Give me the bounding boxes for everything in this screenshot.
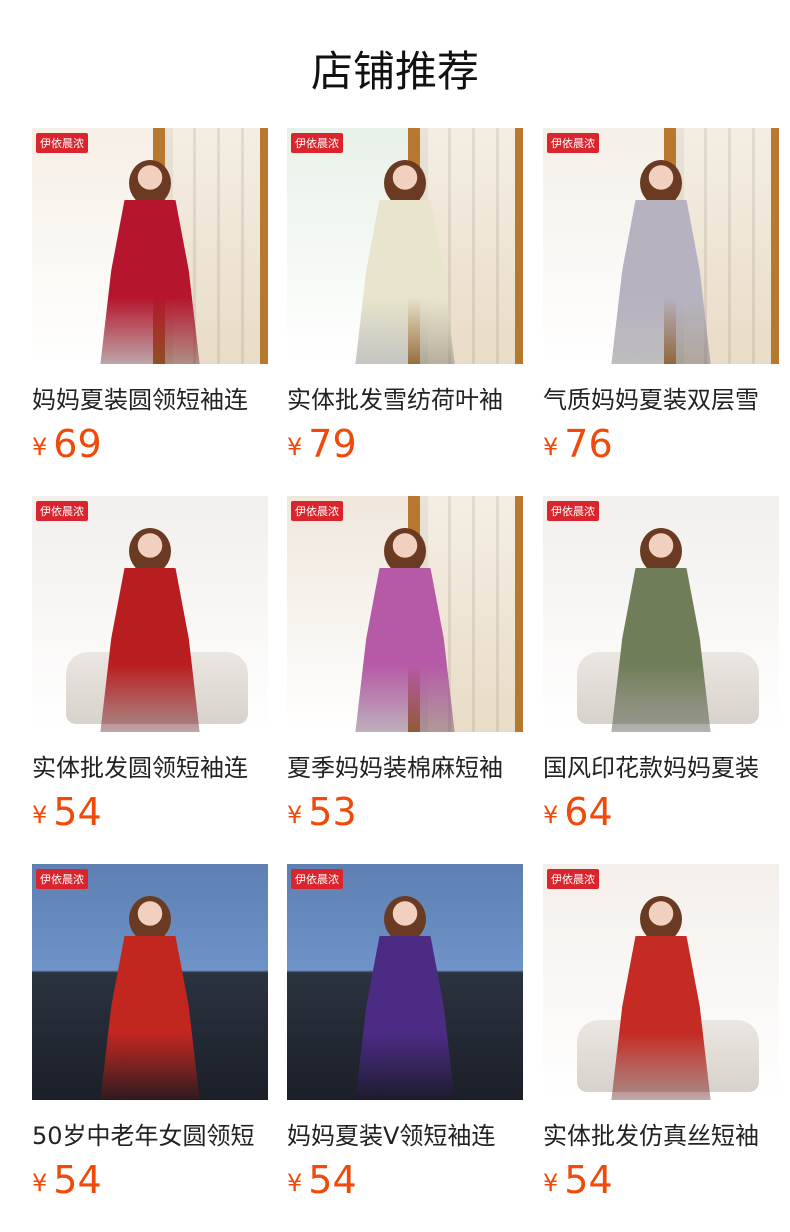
brand-badge: 伊依晨浓 <box>291 869 343 889</box>
product-name[interactable]: 气质妈妈夏装双层雪 <box>543 380 779 415</box>
brand-badge: 伊依晨浓 <box>36 501 88 521</box>
product-card[interactable]: 伊依晨浓 妈妈夏装圆领短袖连 ¥ 69 <box>32 128 268 463</box>
price-row: ¥ 54 <box>32 791 268 831</box>
price-row: ¥ 54 <box>543 1159 779 1199</box>
product-image[interactable]: 伊依晨浓 <box>543 496 779 732</box>
product-image[interactable]: 伊依晨浓 <box>543 128 779 364</box>
product-image[interactable]: 伊依晨浓 <box>32 864 268 1100</box>
product-name[interactable]: 实体批发雪纺荷叶袖 <box>287 380 523 415</box>
price-row: ¥ 54 <box>287 1159 523 1199</box>
price-row: ¥ 79 <box>287 423 523 463</box>
price-row: ¥ 69 <box>32 423 268 463</box>
product-card[interactable]: 伊依晨浓 妈妈夏装V领短袖连 ¥ 54 <box>287 864 523 1199</box>
product-price: 53 <box>308 790 357 834</box>
currency-symbol: ¥ <box>543 801 559 829</box>
product-price: 54 <box>53 790 102 834</box>
product-price: 54 <box>564 1158 613 1202</box>
brand-badge: 伊依晨浓 <box>547 133 599 153</box>
currency-symbol: ¥ <box>543 433 559 461</box>
currency-symbol: ¥ <box>32 1169 48 1197</box>
product-card[interactable]: 伊依晨浓 国风印花款妈妈夏装 ¥ 64 <box>543 496 779 831</box>
product-price: 69 <box>53 422 102 466</box>
product-name[interactable]: 夏季妈妈装棉麻短袖 <box>287 748 523 783</box>
product-name[interactable]: 国风印花款妈妈夏装 <box>543 748 779 783</box>
product-card[interactable]: 伊依晨浓 实体批发圆领短袖连 ¥ 54 <box>32 496 268 831</box>
product-image[interactable]: 伊依晨浓 <box>287 128 523 364</box>
product-price: 79 <box>308 422 357 466</box>
product-name[interactable]: 实体批发仿真丝短袖 <box>543 1116 779 1151</box>
currency-symbol: ¥ <box>32 433 48 461</box>
currency-symbol: ¥ <box>287 433 303 461</box>
product-card[interactable]: 伊依晨浓 实体批发仿真丝短袖 ¥ 54 <box>543 864 779 1199</box>
currency-symbol: ¥ <box>287 1169 303 1197</box>
brand-badge: 伊依晨浓 <box>36 869 88 889</box>
currency-symbol: ¥ <box>32 801 48 829</box>
product-card[interactable]: 伊依晨浓 50岁中老年女圆领短 ¥ 54 <box>32 864 268 1199</box>
price-row: ¥ 76 <box>543 423 779 463</box>
price-row: ¥ 53 <box>287 791 523 831</box>
product-price: 76 <box>564 422 613 466</box>
product-image[interactable]: 伊依晨浓 <box>287 864 523 1100</box>
brand-badge: 伊依晨浓 <box>547 501 599 521</box>
product-card[interactable]: 伊依晨浓 夏季妈妈装棉麻短袖 ¥ 53 <box>287 496 523 831</box>
brand-badge: 伊依晨浓 <box>36 133 88 153</box>
product-image[interactable]: 伊依晨浓 <box>32 496 268 732</box>
product-name[interactable]: 实体批发圆领短袖连 <box>32 748 268 783</box>
brand-badge: 伊依晨浓 <box>547 869 599 889</box>
product-price: 64 <box>564 790 613 834</box>
product-image[interactable]: 伊依晨浓 <box>543 864 779 1100</box>
product-card[interactable]: 伊依晨浓 实体批发雪纺荷叶袖 ¥ 79 <box>287 128 523 463</box>
price-row: ¥ 64 <box>543 791 779 831</box>
product-image[interactable]: 伊依晨浓 <box>287 496 523 732</box>
product-name[interactable]: 妈妈夏装V领短袖连 <box>287 1116 523 1151</box>
brand-badge: 伊依晨浓 <box>291 501 343 521</box>
price-row: ¥ 54 <box>32 1159 268 1199</box>
product-image[interactable]: 伊依晨浓 <box>32 128 268 364</box>
product-price: 54 <box>53 1158 102 1202</box>
product-price: 54 <box>308 1158 357 1202</box>
currency-symbol: ¥ <box>287 801 303 829</box>
page-title: 店铺推荐 <box>310 47 479 96</box>
currency-symbol: ¥ <box>543 1169 559 1197</box>
brand-badge: 伊依晨浓 <box>291 133 343 153</box>
product-name[interactable]: 妈妈夏装圆领短袖连 <box>32 380 268 415</box>
product-card[interactable]: 伊依晨浓 气质妈妈夏装双层雪 ¥ 76 <box>543 128 779 463</box>
product-name[interactable]: 50岁中老年女圆领短 <box>32 1116 268 1151</box>
